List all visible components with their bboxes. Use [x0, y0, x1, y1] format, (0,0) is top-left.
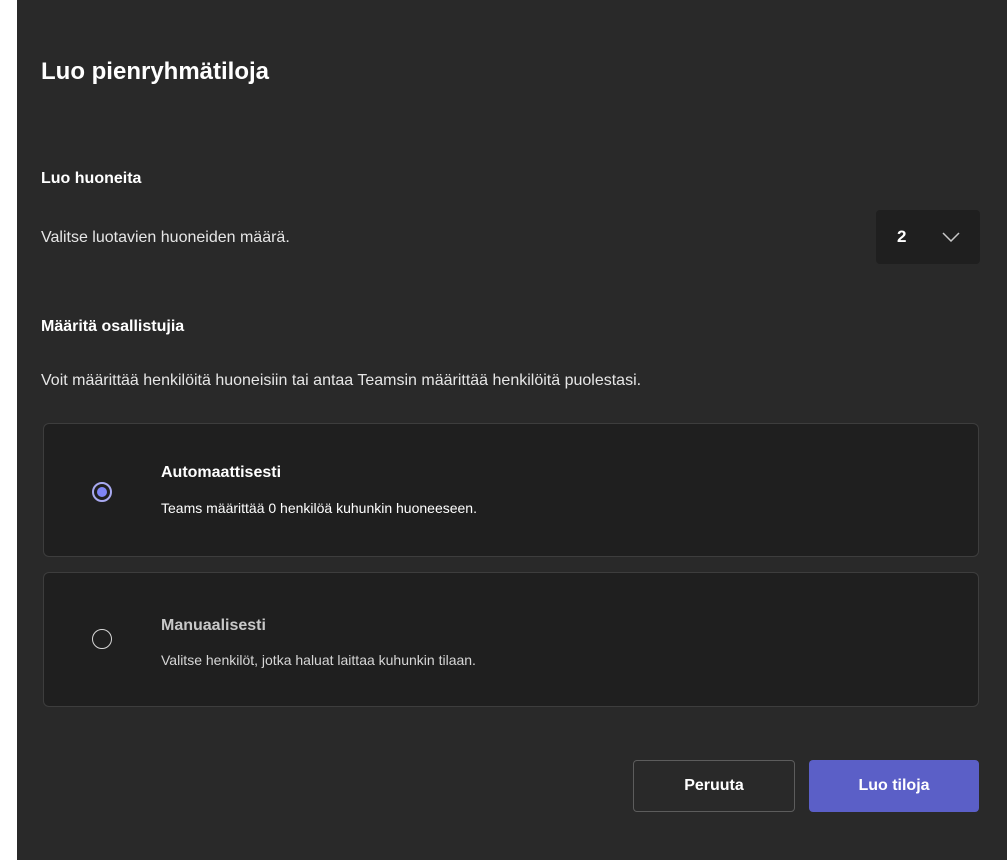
assign-participants-heading: Määritä osallistujia	[41, 318, 185, 335]
room-count-dropdown[interactable]: 2	[876, 210, 980, 264]
radio-automatic[interactable]	[92, 482, 112, 502]
option-automatic[interactable]: Automaattisesti Teams määrittää 0 henkil…	[43, 423, 979, 557]
chevron-down-icon	[942, 232, 960, 242]
option-manual-title: Manuaalisesti	[161, 617, 266, 634]
radio-manual[interactable]	[92, 629, 112, 649]
option-manual-description: Valitse henkilöt, jotka haluat laittaa k…	[161, 652, 476, 668]
dialog-title: Luo pienryhmätiloja	[41, 58, 270, 85]
assign-participants-description: Voit määrittää henkilöitä huoneisiin tai…	[41, 372, 642, 389]
cancel-button[interactable]: Peruuta	[633, 760, 795, 812]
create-rooms-button[interactable]: Luo tiloja	[809, 760, 979, 812]
breakout-rooms-dialog: Luo pienryhmätiloja Luo huoneita Valitse…	[17, 0, 1007, 860]
option-automatic-title: Automaattisesti	[161, 464, 282, 481]
create-rooms-description: Valitse luotavien huoneiden määrä.	[41, 229, 290, 246]
option-manual[interactable]: Manuaalisesti Valitse henkilöt, jotka ha…	[43, 572, 979, 707]
create-rooms-heading: Luo huoneita	[41, 170, 142, 187]
room-count-value: 2	[897, 227, 907, 246]
option-automatic-description: Teams määrittää 0 henkilöä kuhunkin huon…	[161, 500, 477, 516]
